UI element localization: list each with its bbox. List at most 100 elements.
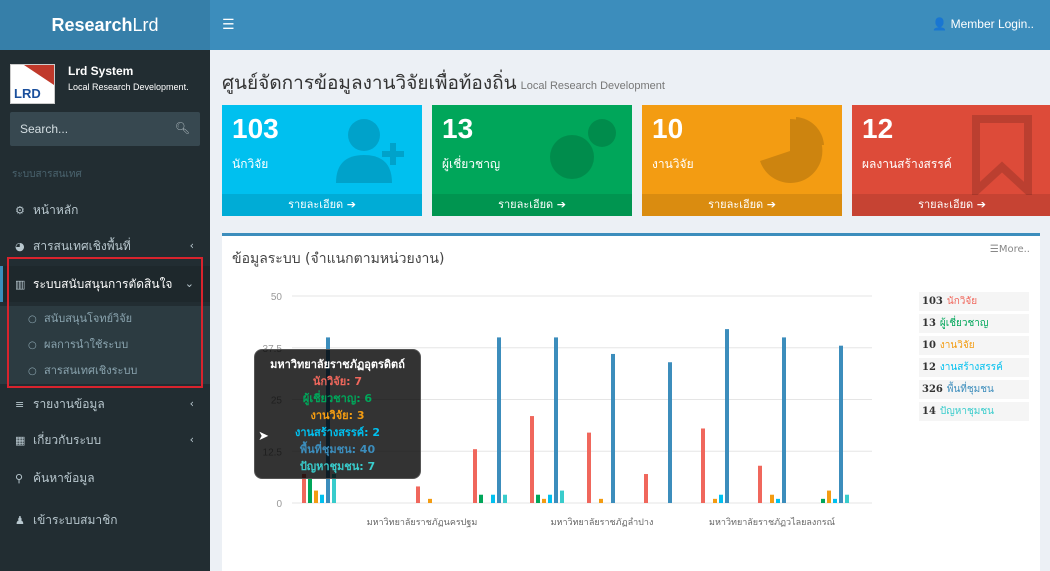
chart-bar[interactable] xyxy=(560,490,564,503)
mouse-cursor-icon: ➤ xyxy=(258,429,269,444)
main-content: ศูนย์จัดการข้อมูลงานวิจัยเพื่อท้องถิ่น Lo… xyxy=(210,50,1050,571)
bar-chart-icon: ▥ xyxy=(15,278,26,291)
sidebar-item-search[interactable]: ⚲ ค้นหาข้อมูล xyxy=(0,460,210,496)
stat-number: 12 xyxy=(862,113,894,144)
chart-bar[interactable] xyxy=(497,337,501,503)
chart-bar[interactable] xyxy=(701,428,705,503)
chart-bar[interactable] xyxy=(611,353,615,503)
chart-bar[interactable] xyxy=(782,337,786,503)
x-axis-label: มหาวิทยาลัยราชภัฏนครปฐม xyxy=(367,517,478,528)
bookmark-icon xyxy=(972,115,1032,195)
chart-legend: 103 นักวิจัย 13 ผู้เชี่ยวชาญ 10 งานวิจัย 12… xyxy=(919,292,1029,424)
sidebar: LRD Lrd System Local Research Developmen… xyxy=(0,50,210,571)
chart-bar[interactable] xyxy=(416,486,420,503)
sidebar-item-home[interactable]: ⚙ หน้าหลัก xyxy=(0,192,210,228)
chart-bar[interactable] xyxy=(833,498,837,503)
stat-label: ผลงานสร้างสรรค์ xyxy=(862,157,952,171)
chart-bar[interactable] xyxy=(713,498,717,503)
chart-bar[interactable] xyxy=(758,465,762,503)
tooltip-line: พื้นที่ชุมชน: 40 xyxy=(299,443,376,456)
chart-tooltip: มหาวิทยาลัยราชภัฏอุตรดิตถ์ นักวิจัย: 7 ผ… xyxy=(254,349,421,479)
chart-bar[interactable] xyxy=(308,478,312,503)
sidebar-item-gis[interactable]: ◕ สารสนเทศเชิงพื้นที่ ‹ xyxy=(0,228,210,264)
chart-bar[interactable] xyxy=(554,337,558,503)
stat-number: 10 xyxy=(652,113,684,144)
chart-bar[interactable] xyxy=(473,449,477,503)
sidebar-item-about[interactable]: ▦ เกี่ยวกับระบบ ‹ xyxy=(0,422,210,458)
stat-number: 103 xyxy=(232,113,279,144)
stat-box-experts: 13 ผู้เชี่ยวชาญ รายละเอียด ➔ xyxy=(432,105,632,216)
sidebar-item-dss[interactable]: ▥ ระบบสนับสนุนการตัดสินใจ ⌄ xyxy=(0,266,210,302)
user-icon: ♟ xyxy=(15,514,25,527)
circle-icon: ○ xyxy=(28,314,37,325)
subitem-research-support[interactable]: ○ สนับสนุนโจทย์วิจัย xyxy=(0,306,210,332)
chart-bar[interactable] xyxy=(542,498,546,503)
more-link[interactable]: ☰More.. xyxy=(990,244,1030,255)
details-link[interactable]: รายละเอียด ➔ xyxy=(852,194,1050,216)
chart-bar[interactable] xyxy=(587,432,591,503)
menu-toggle-icon[interactable]: ☰ xyxy=(222,17,235,33)
chart-bar[interactable] xyxy=(320,494,324,503)
tooltip-line: งานวิจัย: 3 xyxy=(310,409,365,422)
circle-icon: ○ xyxy=(28,340,37,351)
system-data-panel: ข้อมูลระบบ (จำแนกตามหน่วยงาน) ☰More.. 01… xyxy=(222,233,1040,571)
sidebar-item-login[interactable]: ♟ เข้าระบบสมาชิก xyxy=(0,502,210,538)
details-link[interactable]: รายละเอียด ➔ xyxy=(432,194,632,216)
x-axis-label: มหาวิทยาลัยราชภัฏวไลยลงกรณ์ xyxy=(709,516,835,528)
search-icon[interactable]: 🔍︎ xyxy=(175,121,190,135)
tooltip-line: งานสร้างสรรค์: 2 xyxy=(294,426,380,439)
y-tick-label: 50 xyxy=(271,292,283,303)
search-input[interactable] xyxy=(10,112,170,146)
legend-item: 14 ปัญหาชุมชน xyxy=(919,402,1029,421)
chart-bar[interactable] xyxy=(536,494,540,503)
chart-bar[interactable] xyxy=(776,498,780,503)
member-login-link[interactable]: 👤 Member Login.. xyxy=(932,17,1034,31)
chart-bar[interactable] xyxy=(599,498,603,503)
search-icon: ⚲ xyxy=(15,472,24,485)
chart-bar[interactable] xyxy=(845,494,849,503)
system-name: Lrd System xyxy=(68,64,134,78)
stat-box-research: 10 งานวิจัย รายละเอียด ➔ xyxy=(642,105,842,216)
chart-bar[interactable] xyxy=(668,362,672,503)
chart-bar[interactable] xyxy=(548,494,552,503)
stat-label: งานวิจัย xyxy=(652,157,694,171)
chart-bar[interactable] xyxy=(428,498,432,503)
chart-bar[interactable] xyxy=(503,494,507,503)
legend-item: 326 พื้นที่ชุมชน xyxy=(919,380,1029,399)
app-logo[interactable]: ResearchLrd xyxy=(0,0,210,50)
tooltip-line: ผู้เชี่ยวชาญ: 6 xyxy=(302,392,373,405)
chart-bar[interactable] xyxy=(644,474,648,503)
system-subtitle: Local Research Development. xyxy=(68,82,189,92)
chart-bar[interactable] xyxy=(719,494,723,503)
sidebar-item-reports[interactable]: ≡ รายงานข้อมูล ‹ xyxy=(0,386,210,422)
list-icon: ≡ xyxy=(15,398,25,411)
chart-bar[interactable] xyxy=(725,329,729,503)
legend-item: 13 ผู้เชี่ยวชาญ xyxy=(919,314,1029,333)
pie-chart-icon xyxy=(760,117,824,183)
chart-bar[interactable] xyxy=(530,416,534,503)
chevron-left-icon: ‹ xyxy=(189,239,194,252)
chevron-left-icon: ‹ xyxy=(189,397,194,410)
stat-label: ผู้เชี่ยวชาญ xyxy=(442,157,501,171)
chart-bar[interactable] xyxy=(479,494,483,503)
details-link[interactable]: รายละเอียด ➔ xyxy=(222,194,422,216)
subitem-usage-results[interactable]: ○ ผลการนำใช้ระบบ xyxy=(0,332,210,358)
subitem-system-info[interactable]: ○ สารสนเทศเชิงระบบ xyxy=(0,358,210,384)
chart-bar[interactable] xyxy=(491,494,495,503)
chart-bar[interactable] xyxy=(839,345,843,503)
y-tick-label: 0 xyxy=(276,499,282,510)
stat-number: 13 xyxy=(442,113,474,144)
chart-bar[interactable] xyxy=(827,490,831,503)
dashboard-icon: ⚙ xyxy=(15,204,25,217)
lrd-logo-image: LRD xyxy=(10,64,55,104)
stat-box-creative: 12 ผลงานสร้างสรรค์ รายละเอียด ➔ xyxy=(852,105,1050,216)
legend-item: 12 งานสร้างสรรค์ xyxy=(919,358,1029,377)
chart-bar[interactable] xyxy=(821,498,825,503)
details-link[interactable]: รายละเอียด ➔ xyxy=(642,194,842,216)
tooltip-line: ปัญหาชุมชน: 7 xyxy=(299,460,376,473)
legend-item: 10 งานวิจัย xyxy=(919,336,1029,355)
user-plus-icon xyxy=(336,119,404,183)
globe-icon: ◕ xyxy=(15,240,25,253)
chart-bar[interactable] xyxy=(770,494,774,503)
chart-bar[interactable] xyxy=(314,490,318,503)
